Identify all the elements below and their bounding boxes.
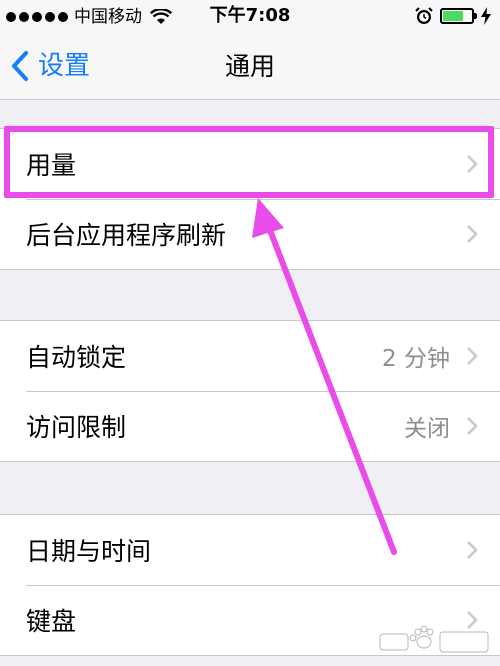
settings-item-label: 访问限制 [26, 413, 127, 442]
settings-item-label: 后台应用程序刷新 [26, 221, 227, 250]
page-title: 通用 [224, 52, 275, 81]
chevron-right-icon [467, 225, 478, 243]
settings-item-background-refresh[interactable]: 后台应用程序刷新 [0, 199, 500, 269]
settings-item-value: 关闭 [404, 416, 450, 442]
settings-group-usage: 用量 后台应用程序刷新 [0, 128, 500, 270]
settings-item-label: 日期与时间 [26, 537, 152, 566]
chevron-right-icon [467, 417, 478, 435]
settings-item-label: 自动锁定 [26, 343, 127, 372]
navigation-bar: 设置 通用 [0, 34, 500, 100]
settings-item-usage[interactable]: 用量 [0, 129, 500, 199]
screen: 中国移动 下午7:08 设置 通用 用量 后台应用程序刷新 自动锁定 2 分钟 … [0, 0, 500, 666]
settings-item-auto-lock[interactable]: 自动锁定 2 分钟 [0, 321, 500, 391]
chevron-right-icon [467, 347, 478, 365]
settings-group-lock: 自动锁定 2 分钟 访问限制 关闭 [0, 320, 500, 462]
status-right [414, 6, 492, 26]
status-bar: 中国移动 下午7:08 [0, 0, 500, 34]
settings-item-label: 用量 [26, 151, 77, 180]
baidu-jingyan-logo-icon [379, 625, 489, 653]
chevron-right-icon [467, 155, 478, 173]
battery-level [443, 11, 463, 21]
battery-icon [440, 8, 477, 24]
alarm-clock-icon [415, 7, 433, 24]
chevron-right-icon [467, 541, 478, 559]
settings-item-date-time[interactable]: 日期与时间 [0, 515, 500, 585]
settings-item-restrictions[interactable]: 访问限制 关闭 [0, 391, 500, 461]
settings-item-value: 2 分钟 [382, 346, 450, 372]
charging-bolt-icon [481, 7, 491, 25]
